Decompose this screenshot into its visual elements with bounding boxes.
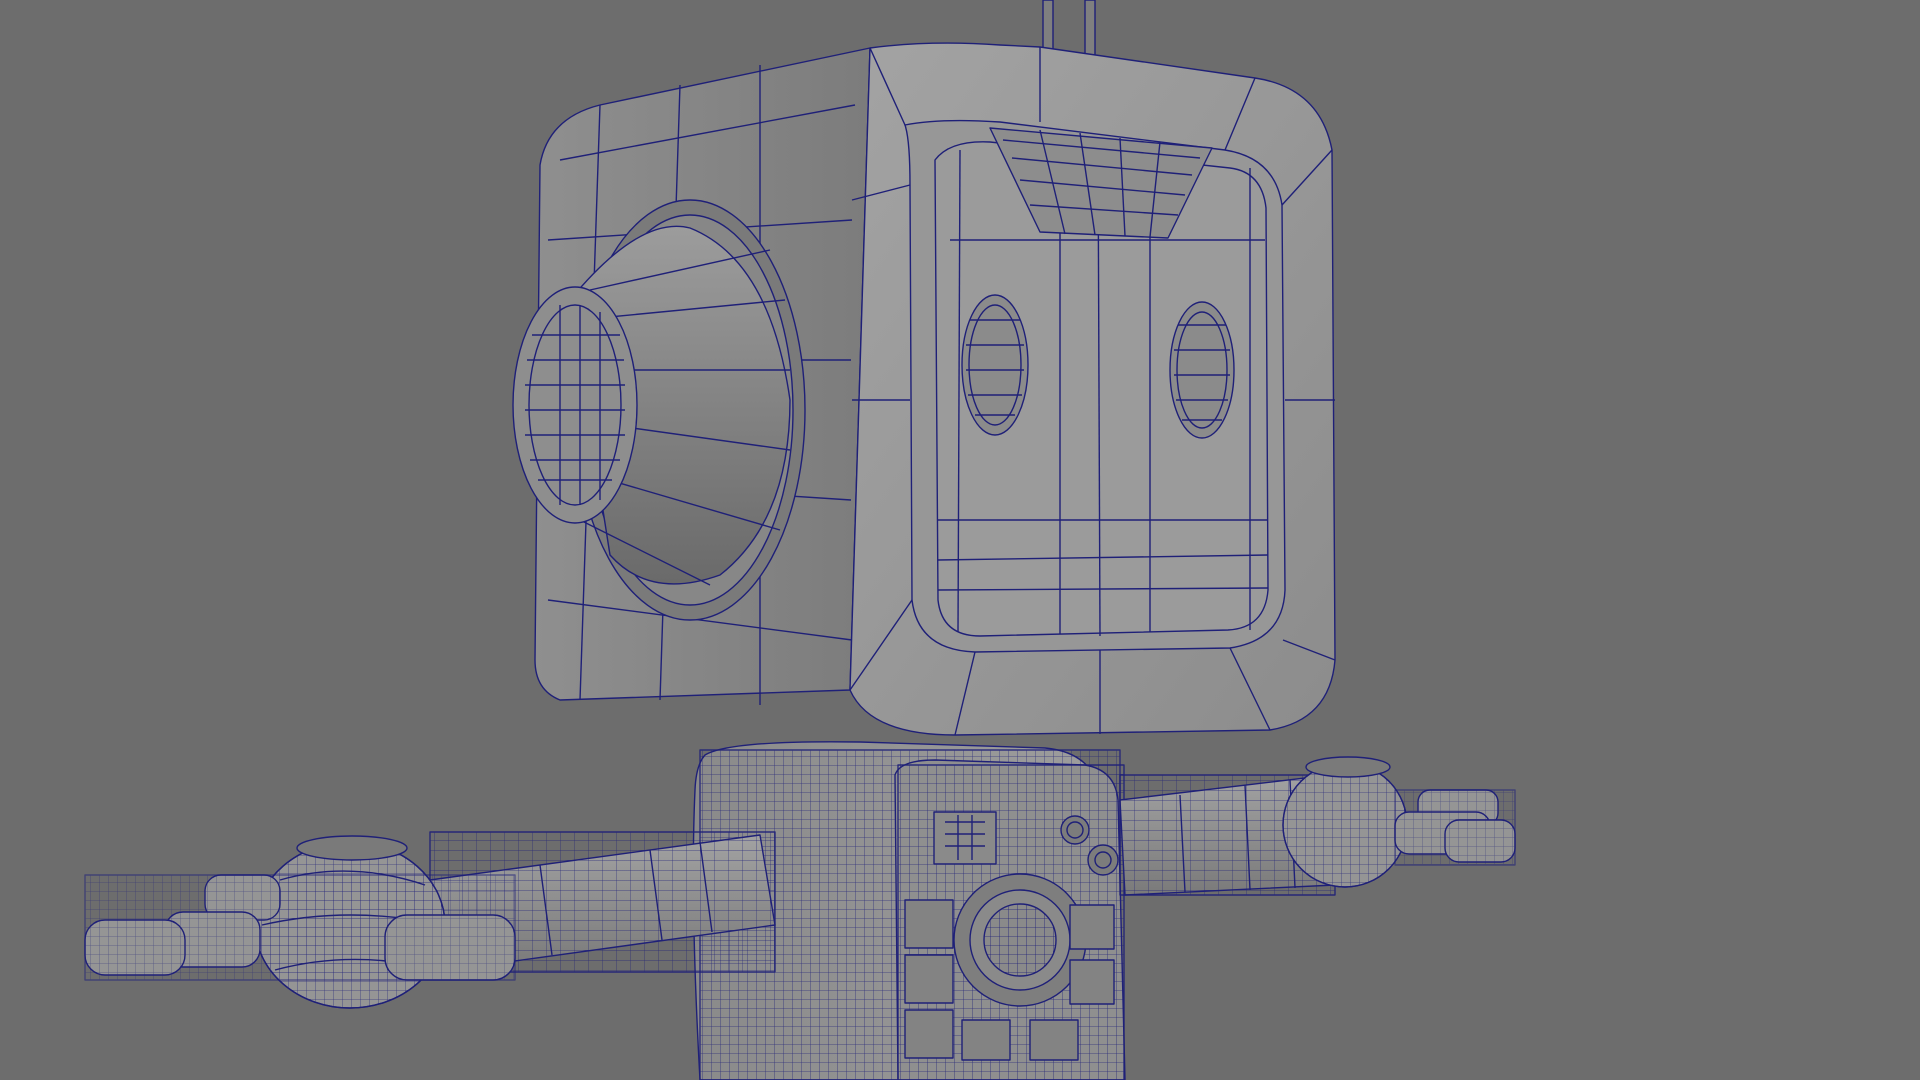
right-hand[interactable] xyxy=(1394,789,1516,866)
left-hand[interactable] xyxy=(84,874,516,981)
eye-left[interactable] xyxy=(961,294,1029,436)
3d-viewport[interactable] xyxy=(0,0,1920,1080)
robot-wireframe-model[interactable] xyxy=(0,0,1920,1080)
right-arm[interactable] xyxy=(1119,756,1408,896)
eye-right[interactable] xyxy=(1169,301,1235,439)
antenna[interactable] xyxy=(1042,0,1096,56)
